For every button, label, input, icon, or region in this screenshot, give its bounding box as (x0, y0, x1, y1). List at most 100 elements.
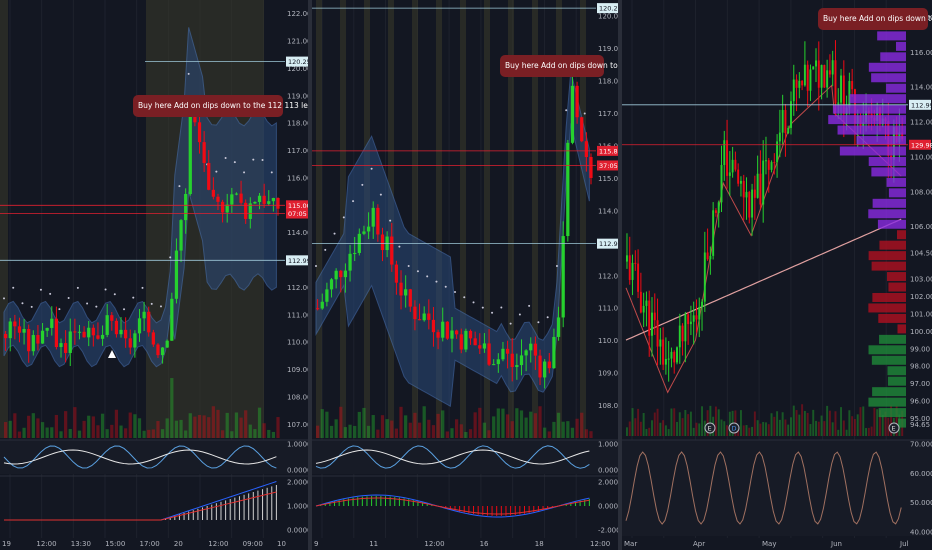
candle-body (709, 255, 712, 260)
candle-body (659, 339, 662, 347)
volume-bar (431, 425, 436, 438)
candle-body (739, 180, 742, 184)
volume-bar (128, 412, 132, 438)
middle-chart-panel[interactable]: 120.00119.00118.00117.00116.00115.00114.… (312, 0, 618, 550)
candle-body (404, 289, 408, 296)
volume-bar (468, 429, 473, 438)
volume-bar (790, 417, 792, 436)
volume-bar (114, 409, 119, 438)
volume-bar (380, 415, 385, 438)
candle-body (376, 207, 380, 235)
candle-body (248, 203, 252, 219)
candle-body (759, 173, 762, 205)
chart-svg: 122.00121.00120.00119.00118.00117.00116.… (0, 0, 308, 548)
volume-bar (792, 405, 795, 436)
volume-bar (865, 428, 868, 436)
y-tick-label: 118.00 (598, 78, 618, 86)
oscillator-tick-label: 70.0000 (910, 441, 932, 449)
sar-dot (537, 321, 540, 324)
candle-body (110, 315, 114, 321)
volume-bar (137, 418, 142, 438)
volume-bar (211, 406, 215, 438)
volume-bar (639, 421, 642, 436)
volume-bar (230, 431, 234, 438)
volume-bar (207, 417, 211, 438)
volume-bar (784, 419, 787, 436)
volume-profile-bar (868, 345, 906, 355)
candle-body (73, 331, 77, 333)
y-tick-label: 116.00 (910, 49, 932, 57)
candle-body (174, 250, 179, 299)
candle-body (631, 262, 634, 280)
sar-dot (509, 322, 512, 325)
candle-body (748, 191, 751, 218)
sar-dot (472, 301, 475, 304)
price-level-label: 115.85 (599, 147, 618, 155)
volume-bar (773, 416, 776, 436)
volume-bar (174, 420, 179, 438)
right-chart-panel[interactable]: 118.00116.00114.00112.00110.00108.00106.… (622, 0, 932, 550)
volume-bar (188, 413, 192, 438)
volume-bar (96, 425, 100, 438)
candle-body (380, 234, 385, 251)
volume-bar (637, 408, 640, 436)
volume-bar (244, 410, 248, 438)
candle-body (334, 270, 338, 280)
price-level-label: 120.25 (599, 5, 618, 13)
oscillator-tick-label: 50.0000 (910, 499, 932, 507)
candle-body (501, 348, 505, 360)
y-tick-label: 103.00 (910, 276, 932, 284)
volume-bar (853, 419, 856, 436)
candle-body (230, 194, 234, 205)
volume-bar (170, 378, 174, 438)
sar-dot (370, 167, 373, 170)
sar-dot (104, 288, 107, 291)
y-tick-label: 119.00 (287, 92, 308, 100)
volume-bar (681, 418, 684, 436)
candle-body (770, 162, 773, 170)
candle-body (216, 196, 220, 202)
candle-body (267, 201, 271, 204)
candle-body (570, 85, 575, 143)
sar-dot (416, 270, 419, 273)
candle-body (834, 60, 837, 104)
volume-bar (399, 406, 403, 438)
candle-body (684, 314, 687, 342)
volume-profile-bar (868, 156, 906, 166)
price-level-label: 37:05 (599, 162, 618, 170)
sar-dot (187, 72, 190, 75)
volume-bar (556, 412, 561, 438)
candle-body (339, 270, 343, 278)
volume-bar (339, 406, 343, 438)
volume-bar (234, 412, 239, 438)
annotation-callout: Buy here Add on dips down to th (818, 8, 932, 30)
volume-bar (781, 412, 784, 436)
x-tick-label: 18 (535, 540, 544, 548)
y-tick-label: 108.00 (910, 188, 932, 196)
sar-dot (435, 280, 438, 283)
candle-body (538, 355, 542, 378)
candle-body (851, 81, 854, 90)
x-tick-label: Apr (693, 540, 705, 548)
sar-dot (141, 286, 144, 289)
annotation-callout: Buy here Add on dips down to the 1 (500, 55, 618, 77)
bollinger-band (315, 71, 590, 408)
callout-text: Buy here Add on dips down to the 1 (505, 61, 618, 70)
volume-bar (831, 422, 834, 436)
volume-bar (634, 418, 637, 436)
price-level-label: 112.99 (288, 257, 308, 265)
candle-body (202, 142, 206, 163)
y-tick-label: 98.00 (910, 363, 930, 371)
sar-dot (324, 248, 327, 251)
candle-body (580, 117, 584, 142)
volume-profile-bar (886, 83, 906, 93)
candle-body (806, 64, 809, 91)
candle-body (817, 60, 820, 88)
volume-bar (543, 427, 547, 438)
volume-bar (124, 428, 128, 438)
candle-body (792, 79, 795, 102)
volume-bar (179, 419, 183, 438)
volume-bar (193, 416, 197, 438)
left-chart-panel[interactable]: 122.00121.00120.00119.00118.00117.00116.… (0, 0, 308, 550)
candle-body (662, 339, 665, 365)
